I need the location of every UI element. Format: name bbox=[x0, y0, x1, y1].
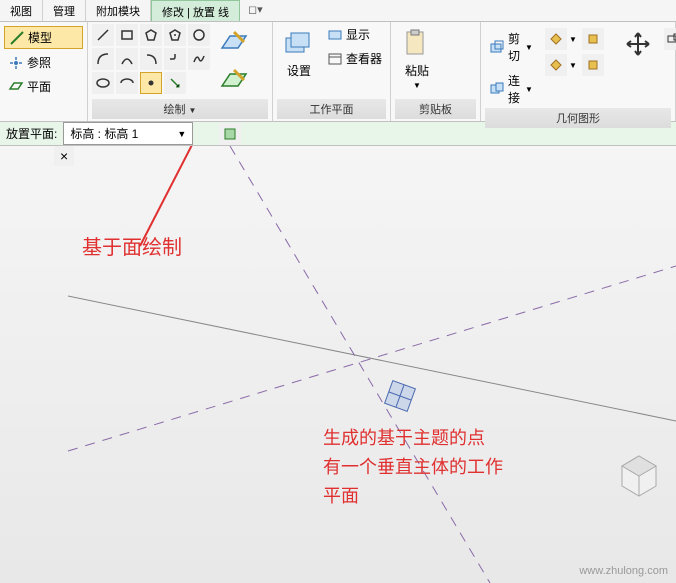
model-line-icon bbox=[9, 30, 25, 46]
clipboard-panel: 粘贴 ▼ 剪贴板 bbox=[391, 22, 481, 121]
geom-tool-1[interactable] bbox=[545, 28, 567, 50]
geom-tool-4[interactable] bbox=[582, 54, 604, 76]
tab-modify-place-line[interactable]: 修改 | 放置 线 bbox=[151, 0, 240, 21]
polygon-tool[interactable] bbox=[140, 24, 162, 46]
connect-geometry-button[interactable]: 连接 ▼ bbox=[485, 70, 537, 108]
workplane-panel: 设置 显示 查看器 工作平面 bbox=[273, 22, 391, 121]
close-panel-button[interactable]: × bbox=[54, 146, 74, 166]
placement-plane-label: 放置平面: bbox=[6, 125, 57, 142]
by-workplane-icon bbox=[218, 64, 250, 96]
move-button[interactable] bbox=[616, 24, 660, 64]
tab-view[interactable]: 视图 bbox=[0, 0, 43, 21]
geom-tool-2[interactable] bbox=[582, 28, 604, 50]
arc-start-end-tool[interactable] bbox=[92, 48, 114, 70]
viewer-button[interactable]: 查看器 bbox=[323, 48, 386, 69]
polygon2-tool[interactable] bbox=[164, 24, 186, 46]
connect-icon bbox=[489, 81, 505, 97]
tab-manage[interactable]: 管理 bbox=[43, 0, 86, 21]
arc-center-tool[interactable] bbox=[116, 48, 138, 70]
annotation-by-face: 基于面绘制 bbox=[82, 231, 182, 260]
paste-icon bbox=[401, 28, 433, 60]
pick-lines-tool[interactable] bbox=[164, 72, 186, 94]
geom-tool-3[interactable] bbox=[545, 54, 567, 76]
fillet-arc-tool[interactable] bbox=[164, 48, 186, 70]
plane-icon bbox=[8, 79, 24, 95]
point-tool[interactable] bbox=[140, 72, 162, 94]
circle-tool[interactable] bbox=[188, 24, 210, 46]
rectangle-tool[interactable] bbox=[116, 24, 138, 46]
cut-icon bbox=[489, 39, 505, 55]
tab-dropdown-icon[interactable]: ◻▾ bbox=[240, 0, 271, 21]
reference-button[interactable]: 参照 bbox=[4, 52, 83, 73]
drawing-canvas[interactable]: × 基于面绘制 生成的基于主题的点 有一个垂直主体的工作 平面 www.zhul… bbox=[0, 146, 676, 583]
set-workplane-button[interactable]: 设置 bbox=[277, 24, 321, 99]
move-icon bbox=[622, 28, 654, 60]
dropdown-arrow-icon: ▼ bbox=[177, 129, 186, 139]
plane-button[interactable]: 平面 bbox=[4, 76, 83, 97]
geometry-panel-title: 几何图形 bbox=[485, 108, 671, 128]
geom-tool-5[interactable] bbox=[664, 28, 676, 50]
cut-geometry-button[interactable]: 剪切 ▼ bbox=[485, 28, 537, 66]
annotation-workplane-desc: 生成的基于主题的点 有一个垂直主体的工作 平面 bbox=[323, 424, 503, 510]
tab-addon[interactable]: 附加模块 bbox=[86, 0, 151, 21]
by-workplane-button[interactable] bbox=[216, 62, 252, 98]
show-icon bbox=[327, 27, 343, 43]
model-button[interactable]: 模型 bbox=[4, 26, 83, 49]
ribbon-tabs: 视图 管理 附加模块 修改 | 放置 线 ◻▾ bbox=[0, 0, 676, 22]
spline-tool[interactable] bbox=[188, 48, 210, 70]
workplane-panel-title: 工作平面 bbox=[277, 99, 386, 119]
by-face-button[interactable] bbox=[216, 24, 252, 60]
watermark: www.zhulong.com bbox=[579, 565, 668, 577]
reference-icon bbox=[8, 55, 24, 71]
view-cube[interactable] bbox=[614, 451, 664, 501]
options-tool-button[interactable] bbox=[219, 123, 241, 145]
show-workplane-button[interactable]: 显示 bbox=[323, 24, 386, 45]
set-icon bbox=[283, 28, 315, 60]
paste-button[interactable]: 粘贴 ▼ bbox=[395, 24, 439, 99]
ribbon: 模型 参照 平面 bbox=[0, 22, 676, 122]
arc-tangent-tool[interactable] bbox=[140, 48, 162, 70]
draw-mode-panel: 模型 参照 平面 bbox=[0, 22, 88, 121]
placement-plane-dropdown[interactable]: 标高 : 标高 1 ▼ bbox=[63, 122, 193, 145]
ellipse-tool[interactable] bbox=[92, 72, 114, 94]
draw-tools-panel: 绘制▼ bbox=[88, 22, 273, 121]
geometry-panel: 剪切 ▼ 连接 ▼ ▼ ▼ bbox=[481, 22, 676, 121]
viewer-icon bbox=[327, 51, 343, 67]
partial-ellipse-tool[interactable] bbox=[116, 72, 138, 94]
line-tool[interactable] bbox=[92, 24, 114, 46]
by-face-icon bbox=[218, 26, 250, 58]
clipboard-panel-title: 剪贴板 bbox=[395, 99, 476, 119]
draw-panel-title: 绘制▼ bbox=[92, 99, 268, 119]
